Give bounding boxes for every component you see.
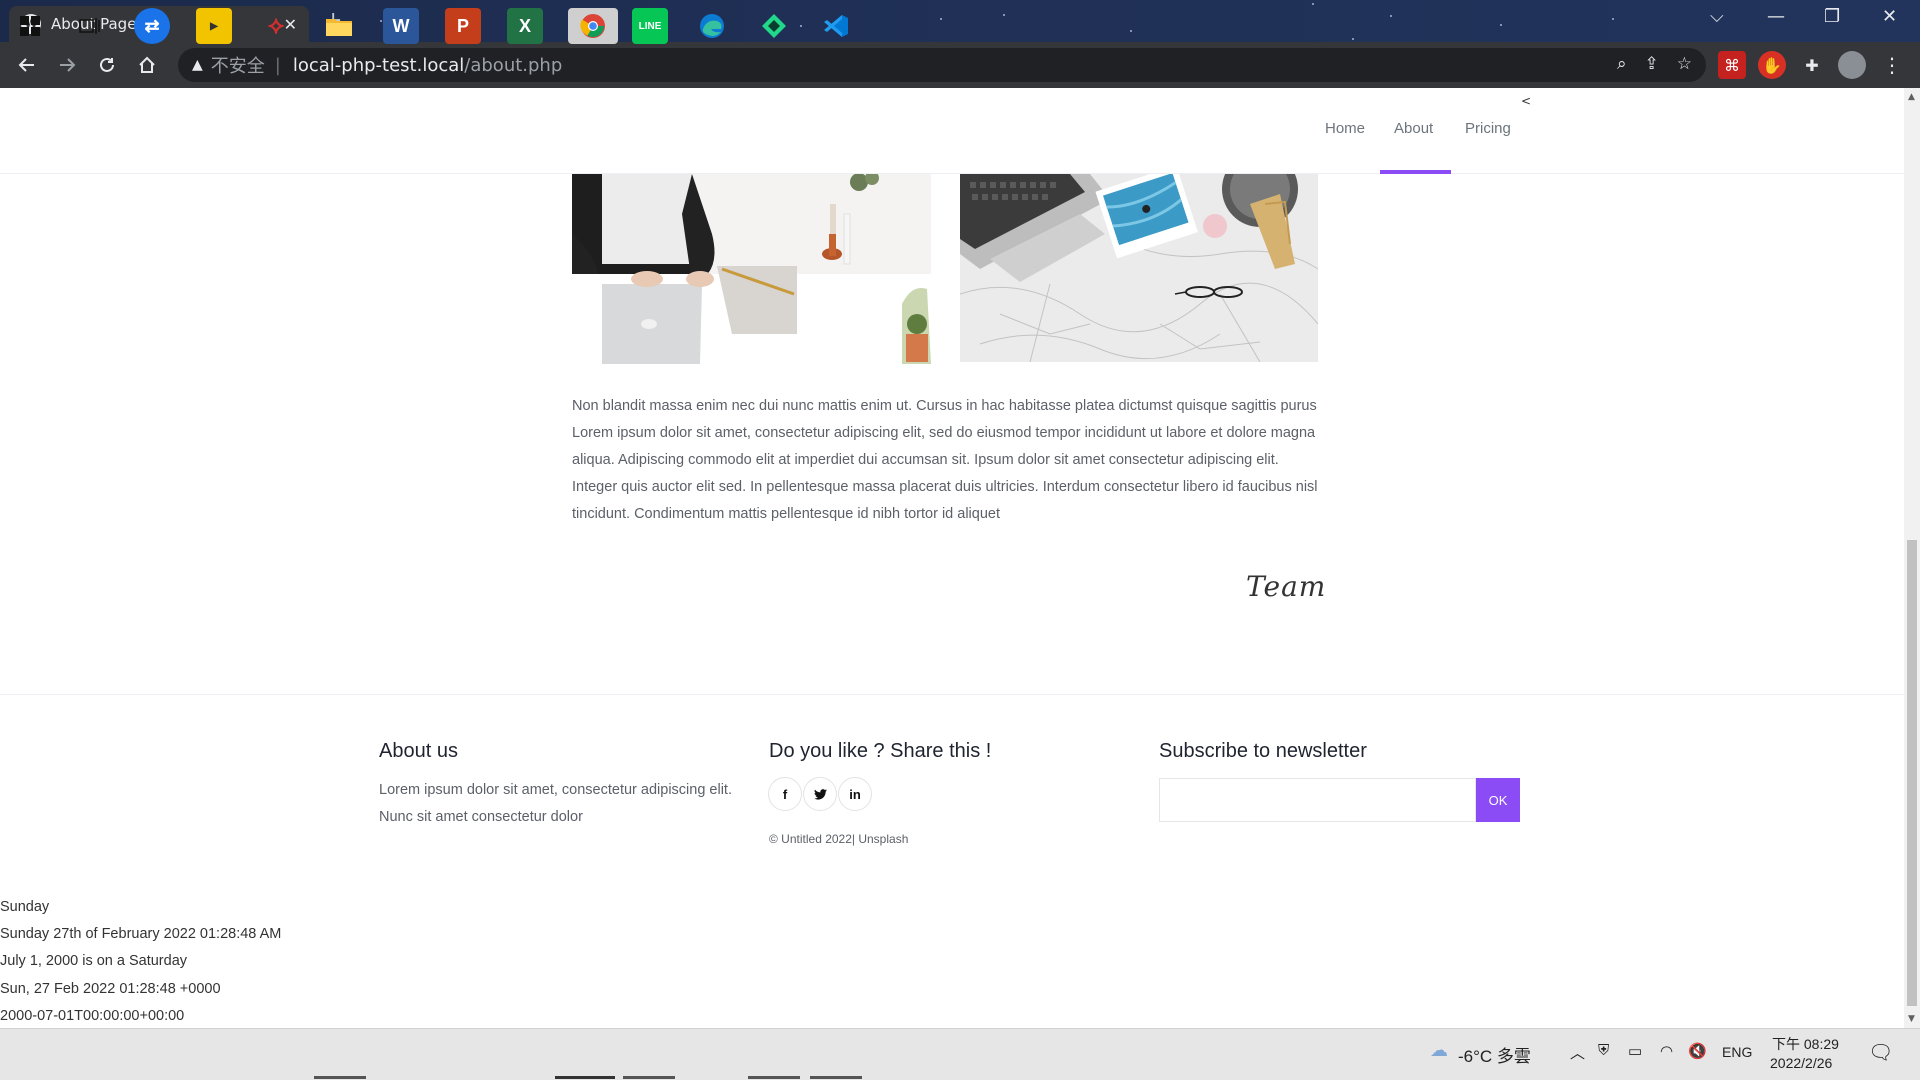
php-date-output: Sunday Sunday 27th of February 2022 01:2… (0, 894, 281, 1030)
scroll-down-arrow-icon[interactable]: ▼ (1908, 1014, 1915, 1024)
linkedin-icon[interactable]: in (838, 777, 872, 811)
twitter-icon[interactable] (803, 777, 837, 811)
about-photo-marble-flatlay (960, 174, 1318, 362)
site-header: Home About Pricing < (0, 88, 1904, 174)
zoom-icon[interactable]: ⌕ (1617, 54, 1627, 74)
potplayer-icon[interactable]: ▶ (196, 8, 232, 44)
date-line-1: Sunday (0, 899, 50, 915)
browser-menu-icon[interactable]: ⋮ (1878, 51, 1906, 79)
close-window-button[interactable]: ✕ (1882, 6, 1897, 27)
back-arrow-icon[interactable] (7, 47, 47, 83)
date-line-4: Sun, 27 Feb 2022 01:28:48 +0000 (0, 980, 221, 997)
newsletter-ok-button[interactable]: OK (1476, 778, 1520, 822)
clock-date[interactable]: 2022/2/26 (1770, 1055, 1832, 1071)
teamviewer-icon[interactable]: ⇄ (134, 8, 170, 44)
scrollbar-thumb[interactable] (1907, 540, 1917, 1006)
home-icon[interactable] (127, 47, 167, 83)
word-icon[interactable]: W (383, 8, 419, 44)
page-viewport: Home About Pricing < Non blandit massa e… (0, 88, 1904, 1028)
excel-icon[interactable]: X (507, 8, 543, 44)
windows-start-icon[interactable] (12, 8, 48, 44)
line-running-indicator (623, 1076, 675, 1079)
tray-overflow-chevron-icon[interactable]: ︿ (1570, 1042, 1585, 1063)
address-separator: | (274, 54, 281, 76)
scroll-up-arrow-icon[interactable]: ▲ (1908, 92, 1915, 102)
sourcetree-icon[interactable]: ⟡ (258, 8, 294, 44)
vscode-running-indicator (810, 1076, 862, 1079)
security-tray-icon[interactable]: ⛨ (1598, 1042, 1609, 1059)
powerpoint-icon[interactable]: P (445, 8, 481, 44)
weather-label[interactable]: -6°C 多雲 (1458, 1042, 1531, 1067)
chrome-icon[interactable] (568, 8, 618, 44)
page-scrollbar[interactable]: ▲ ▼ (1904, 88, 1920, 1028)
minimize-button[interactable]: — (1767, 6, 1785, 27)
url-path[interactable]: /about.php (464, 55, 562, 76)
footer-newsletter-heading: Subscribe to newsletter (1159, 740, 1367, 762)
date-line-2: Sunday 27th of February 2022 01:28:48 AM (0, 926, 282, 943)
profile-avatar[interactable] (1838, 51, 1866, 79)
tab-search-icon[interactable]: ⌵ (1710, 6, 1724, 27)
chrome-running-indicator (555, 1076, 615, 1079)
nav-pricing[interactable]: Pricing (1465, 120, 1511, 137)
task-view-icon[interactable] (72, 8, 108, 44)
footer-copyright: © Untitled 2022| Unsplash (769, 832, 909, 846)
phpstorm-running-indicator (748, 1076, 800, 1079)
footer-about-text: Lorem ipsum dolor sit amet, consectetur … (379, 782, 732, 825)
nav-about[interactable]: About (1394, 120, 1433, 137)
newsletter-email-input[interactable] (1159, 778, 1476, 822)
address-bar-actions: ⌕ ⇪ ☆ (1617, 54, 1692, 74)
clock-time[interactable]: 下午 08:29 (1772, 1034, 1839, 1054)
bookmark-star-icon[interactable]: ☆ (1677, 54, 1692, 74)
facebook-icon[interactable]: f (768, 777, 802, 811)
about-photo-desk-laptop (572, 174, 931, 364)
vscode-icon[interactable] (818, 8, 854, 44)
edge-icon[interactable] (694, 8, 730, 44)
volume-muted-icon[interactable]: 🔇 (1688, 1042, 1707, 1060)
adblock-icon[interactable]: ✋ (1758, 51, 1786, 79)
warning-triangle-icon[interactable]: ▲ (192, 57, 203, 73)
input-language[interactable]: ENG (1722, 1044, 1752, 1060)
explorer-running-indicator (314, 1076, 366, 1079)
footer-about-heading: About us (379, 740, 458, 762)
site-footer (0, 694, 1904, 944)
reload-icon[interactable] (87, 47, 127, 83)
wifi-icon[interactable]: ◠ (1660, 1042, 1673, 1060)
notification-center-icon[interactable]: 🗨 (1868, 1040, 1893, 1065)
about-body-paragraph: Non blandit massa enim nec dui nunc matt… (572, 398, 1318, 522)
security-status-label[interactable]: 不安全 (211, 52, 265, 78)
adobe-acrobat-icon[interactable]: ⌘ (1718, 51, 1746, 79)
restore-button[interactable]: ❐ (1824, 6, 1840, 27)
line-icon[interactable]: LINE (632, 8, 668, 44)
date-line-3: July 1, 2000 is on a Saturday (0, 953, 188, 970)
team-signature: Team (1246, 570, 1327, 603)
phpstorm-icon[interactable] (756, 8, 792, 44)
battery-icon[interactable]: ▭ (1628, 1042, 1642, 1060)
forward-arrow-icon[interactable] (47, 47, 87, 83)
footer-share-heading: Do you like ? Share this ! (769, 740, 992, 762)
nav-home[interactable]: Home (1325, 120, 1365, 137)
share-icon[interactable]: ⇪ (1645, 54, 1659, 74)
weather-cloud-icon[interactable]: ☁ (1430, 1040, 1448, 1061)
nav-active-indicator (1380, 170, 1451, 174)
file-explorer-icon[interactable] (321, 8, 357, 44)
nav-toggle-caret[interactable]: < (1521, 94, 1531, 108)
url-host[interactable]: local-php-test.local (293, 55, 464, 76)
date-line-5: 2000-07-01T00:00:00+00:00 (0, 1007, 185, 1024)
address-bar[interactable]: ▲ 不安全 | local-php-test.local/about.php ⌕… (178, 48, 1706, 82)
extensions-puzzle-icon[interactable]: ✚ (1798, 51, 1826, 79)
